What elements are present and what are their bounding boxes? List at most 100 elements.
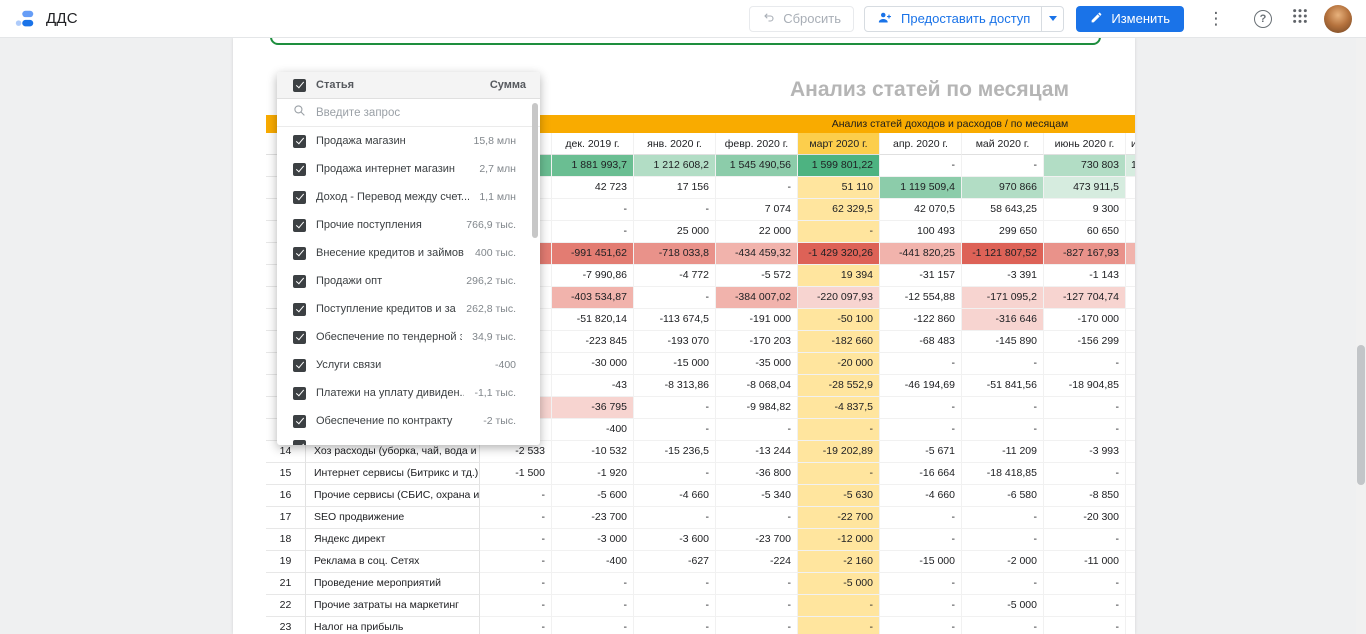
row-number: 22	[266, 595, 306, 617]
table-row[interactable]: 18Яндекс директ--3 000-3 600-23 700-12 0…	[266, 529, 1135, 551]
table-cell: 9 300	[1044, 199, 1126, 221]
column-header[interactable]: дек. 2019 г.	[552, 133, 634, 155]
table-cell: -7 990,86	[552, 265, 634, 287]
table-cell: -	[634, 507, 716, 529]
table-cell: 19 394	[798, 265, 880, 287]
table-cell: -	[552, 199, 634, 221]
share-caret-button[interactable]	[1041, 7, 1063, 31]
checkbox-checked-icon[interactable]	[293, 387, 306, 400]
filter-item-value: 296,2 тыс.	[466, 275, 516, 287]
filter-scrollbar-thumb[interactable]	[532, 103, 538, 238]
table-cell: 51 110	[798, 177, 880, 199]
filter-item[interactable]: Услуги связи-400	[277, 351, 540, 379]
table-cell: -20 300	[1044, 507, 1126, 529]
page-scrollbar-thumb[interactable]	[1357, 345, 1365, 485]
table-cell: -400	[552, 419, 634, 441]
table-cell: -16 664	[880, 463, 962, 485]
more-vertical-icon: ⋮	[1208, 9, 1225, 29]
table-row[interactable]: 19Реклама в соц. Сетях--400-627-224-2 16…	[266, 551, 1135, 573]
table-cell: -113 674,5	[634, 309, 716, 331]
column-header[interactable]: март 2020 г.	[798, 133, 880, 155]
checkbox-checked-icon[interactable]	[293, 415, 306, 428]
row-number: 17	[266, 507, 306, 529]
table-cell: -4 660	[880, 485, 962, 507]
checkbox-checked-icon[interactable]	[293, 331, 306, 344]
table-row[interactable]: 15Интернет сервисы (Битрикс и тд.)-1 500…	[266, 463, 1135, 485]
checkbox-checked-icon[interactable]	[293, 303, 306, 316]
table-cell: 1 119 509,4	[880, 177, 962, 199]
table-cell: -	[716, 617, 798, 634]
share-button[interactable]: Предоставить доступ	[864, 6, 1064, 32]
help-button[interactable]: ?	[1254, 10, 1272, 28]
table-cell: -	[634, 595, 716, 617]
column-header[interactable]: янв. 2020 г.	[634, 133, 716, 155]
table-cell: -18 904,85	[1044, 375, 1126, 397]
user-avatar[interactable]	[1324, 5, 1352, 33]
filter-item-value: -1,1 тыс.	[474, 387, 516, 399]
table-cell: -182 660	[798, 331, 880, 353]
filter-item[interactable]: Продажа магазин15,8 млн	[277, 127, 540, 155]
row-label: Налог на прибыль	[306, 617, 480, 634]
filter-item-label: Доход - Перевод между счет...	[316, 191, 469, 203]
checkbox-checked-icon[interactable]	[293, 440, 306, 445]
edit-button[interactable]: Изменить	[1076, 6, 1184, 32]
checkbox-checked-icon[interactable]	[293, 275, 306, 288]
table-cell: -15 236,5	[634, 441, 716, 463]
table-cell	[1126, 287, 1135, 309]
table-cell: -11 000	[1044, 551, 1126, 573]
reset-button[interactable]: Сбросить	[749, 6, 854, 32]
apps-grid-button[interactable]	[1292, 8, 1308, 29]
table-cell: -13 244	[716, 441, 798, 463]
filter-item-value: -2 тыс.	[483, 415, 516, 427]
filter-item[interactable]: Продажи опт296,2 тыс.	[277, 267, 540, 295]
filter-item[interactable]: Продажа интернет магазин2,7 млн	[277, 155, 540, 183]
table-row[interactable]: 23Налог на прибыль--------	[266, 617, 1135, 634]
more-options-button[interactable]: ⋮	[1204, 9, 1228, 29]
checkbox-checked-icon[interactable]	[293, 247, 306, 260]
table-cell: 62 329,5	[798, 199, 880, 221]
table-cell: -5 572	[716, 265, 798, 287]
column-header[interactable]: май 2020 г.	[962, 133, 1044, 155]
table-cell	[1126, 353, 1135, 375]
row-number: 16	[266, 485, 306, 507]
select-all-checkbox[interactable]	[293, 79, 306, 92]
table-cell: -12 000	[798, 529, 880, 551]
table-row[interactable]: 21Проведение мероприятий-----5 000---	[266, 573, 1135, 595]
table-cell: -10 532	[552, 441, 634, 463]
column-header[interactable]: июнь 2020 г.	[1044, 133, 1126, 155]
checkbox-checked-icon[interactable]	[293, 191, 306, 204]
filter-item[interactable]: Поступление кредитов и зай...262,8 тыс.	[277, 295, 540, 323]
filter-item[interactable]: Прочие поступления766,9 тыс.	[277, 211, 540, 239]
filter-item-label: Внесение кредитов и займов	[316, 247, 465, 259]
filter-item[interactable]: Платежи на уплату дивиден...-1,1 тыс.	[277, 379, 540, 407]
table-cell: -	[880, 617, 962, 634]
table-cell: 299 650	[962, 221, 1044, 243]
table-row[interactable]: 17SEO продвижение--23 700---22 700---20 …	[266, 507, 1135, 529]
search-icon	[293, 104, 306, 122]
table-cell: -	[634, 199, 716, 221]
table-cell: -	[962, 155, 1044, 177]
table-cell: -	[634, 617, 716, 634]
table-cell: -20 000	[798, 353, 880, 375]
column-header[interactable]: июл. 2020 г.	[1126, 133, 1135, 155]
table-row[interactable]: 16Прочие сервисы (СБИС, охрана и тд.)--5…	[266, 485, 1135, 507]
checkbox-checked-icon[interactable]	[293, 359, 306, 372]
table-cell: -400	[552, 551, 634, 573]
table-cell	[1126, 485, 1135, 507]
table-row[interactable]: 22Прочие затраты на маркетинг-------5 00…	[266, 595, 1135, 617]
checkbox-checked-icon[interactable]	[293, 135, 306, 148]
checkbox-checked-icon[interactable]	[293, 219, 306, 232]
table-cell: -	[480, 617, 552, 634]
filter-item[interactable]: Доход - Перевод между счет...1,1 млн	[277, 183, 540, 211]
filter-item[interactable]: Обеспечение по тендерной з...34,9 тыс.	[277, 323, 540, 351]
filter-panel-header: Статья Сумма	[277, 72, 540, 99]
filter-item[interactable]: Внесение кредитов и займов400 тыс.	[277, 239, 540, 267]
table-cell: -	[880, 595, 962, 617]
filter-search-input[interactable]	[316, 107, 506, 119]
table-cell: -36 800	[716, 463, 798, 485]
column-header[interactable]: февр. 2020 г.	[716, 133, 798, 155]
checkbox-checked-icon[interactable]	[293, 163, 306, 176]
filter-item[interactable]: Обеспечение по контракту-2 тыс.	[277, 407, 540, 435]
column-header[interactable]: апр. 2020 г.	[880, 133, 962, 155]
table-cell: -4 660	[634, 485, 716, 507]
